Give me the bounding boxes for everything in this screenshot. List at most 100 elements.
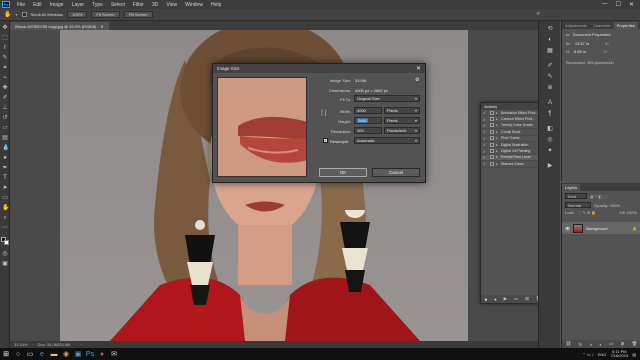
resample-checkbox[interactable]: ✓ [323, 138, 328, 143]
menu-file[interactable]: File [13, 2, 29, 8]
menu-image[interactable]: Image [46, 2, 68, 8]
clone-source-icon[interactable]: ⊕ [546, 85, 554, 92]
layers-icon[interactable]: ◧ [546, 126, 554, 133]
swatches-icon[interactable]: ▦ [546, 48, 554, 55]
tray-icons[interactable]: ⌃ ▭ ♪ [582, 352, 593, 357]
filter-icons[interactable]: ▦ T ◧ ⬚ [590, 194, 607, 199]
search-icon[interactable]: ⌕ [537, 11, 540, 18]
record-icon[interactable]: ● [494, 297, 497, 302]
fill-screen-button[interactable]: Fill Screen [123, 11, 153, 18]
language-indicator[interactable]: ENG [598, 352, 607, 357]
brush-tool-icon[interactable]: ✐ [2, 95, 8, 101]
app-icon[interactable]: ● [96, 348, 108, 360]
layer-filter-kind[interactable]: Kind [565, 193, 587, 199]
play-icon[interactable]: ▶ [504, 296, 507, 302]
fx-icon[interactable]: fx [579, 342, 583, 347]
visibility-eye-icon[interactable]: 👁 [565, 226, 570, 231]
history-icon[interactable]: ⟲ [546, 26, 554, 33]
tab-character[interactable]: Character [590, 22, 614, 29]
new-action-icon[interactable]: ⊞ [525, 296, 529, 302]
height-input[interactable]: 2662 [354, 117, 382, 124]
zoom-level[interactable]: 33.33% [14, 342, 28, 347]
blend-mode-dropdown[interactable]: Normal [565, 202, 591, 208]
new-layer-icon[interactable]: ⊞ [621, 341, 625, 347]
chrome-icon[interactable]: ◉ [60, 348, 72, 360]
paragraph-icon[interactable]: ¶ [546, 111, 554, 118]
dialog-titlebar[interactable]: Image Size ✕ [213, 64, 425, 73]
quick-select-tool-icon[interactable]: ✎ [2, 55, 8, 61]
paths-icon[interactable]: ✦ [546, 148, 554, 155]
search-icon[interactable]: ○ [12, 348, 24, 360]
move-tool-icon[interactable]: ✥ [2, 25, 8, 31]
color-icon[interactable]: ◐ [546, 37, 554, 44]
adjustment-layer-icon[interactable]: ◐ [599, 342, 602, 347]
width-input[interactable]: 4000 [354, 107, 382, 114]
quick-mask-icon[interactable]: ◎ [2, 251, 8, 257]
background-color-swatch[interactable] [4, 240, 9, 245]
history-brush-tool-icon[interactable]: ↺ [2, 115, 8, 121]
tab-adjustments[interactable]: Adjustments [562, 22, 590, 29]
crop-tool-icon[interactable]: ⌗ [2, 65, 8, 71]
stop-icon[interactable]: ■ [484, 297, 487, 302]
opacity-control[interactable]: Opacity: 100% [594, 203, 620, 208]
menu-layer[interactable]: Layer [68, 2, 89, 8]
scroll-all-windows-checkbox[interactable] [21, 12, 27, 17]
width-prop-value[interactable]: 13.87 in [575, 41, 589, 46]
healing-tool-icon[interactable]: ✚ [2, 85, 8, 91]
menu-window[interactable]: Window [181, 2, 207, 8]
document-tab[interactable]: iStock-997500766 copy.jpg @ 33.3% (RGB/8… [10, 22, 109, 30]
menu-help[interactable]: Help [207, 2, 225, 8]
fill-control[interactable]: Fill: 100% [619, 210, 637, 215]
resolution-unit-dropdown[interactable]: Pixels/Inch [384, 127, 420, 134]
minimize-button[interactable]: — [602, 1, 608, 8]
zoom-tool-icon[interactable]: ⌕ [2, 215, 8, 221]
ok-button[interactable]: OK [319, 168, 367, 177]
lasso-tool-icon[interactable]: ℓ [2, 45, 8, 51]
tab-layers[interactable]: Layers [562, 184, 581, 191]
file-explorer-icon[interactable]: ▬ [48, 348, 60, 360]
height-prop-value[interactable]: 8.89 in [574, 49, 586, 54]
gradient-tool-icon[interactable]: ▤ [2, 135, 8, 141]
screen-mode-icon[interactable]: ▣ [2, 261, 8, 267]
mail-icon[interactable]: ✉ [108, 348, 120, 360]
menu-select[interactable]: Select [107, 2, 129, 8]
layer-row-background[interactable]: 👁 Background 🔒 [562, 222, 640, 234]
character-icon[interactable]: A [546, 100, 554, 107]
hand-tool-icon[interactable]: ✋ [2, 205, 9, 211]
settings-gear-icon[interactable]: ⚙ [415, 77, 419, 83]
menu-edit[interactable]: Edit [29, 2, 46, 8]
new-set-icon[interactable]: ▭ [514, 296, 518, 302]
action-set-row[interactable]: ✓ ▸ Stained Glass [481, 161, 545, 168]
add-mask-icon[interactable]: ◑ [589, 342, 592, 347]
new-group-icon[interactable]: ▭ [609, 341, 613, 347]
clock[interactable]: 5:11 PM 7/16/2019 [610, 349, 628, 359]
resample-dropdown[interactable]: Automatic [354, 137, 420, 144]
lock-icons[interactable]: ⬚ ✎ ✥ 🔒 [578, 210, 597, 215]
photoshop-taskbar-icon[interactable]: Ps [84, 348, 96, 360]
status-menu-icon[interactable]: › [80, 342, 81, 347]
fit-screen-button[interactable]: Fit Screen [91, 11, 120, 18]
fit-to-dropdown[interactable]: Original Size [354, 95, 420, 102]
cancel-button[interactable]: Cancel [372, 168, 420, 177]
image-preview[interactable] [217, 77, 307, 177]
menu-view[interactable]: View [162, 2, 181, 8]
brush-settings-icon[interactable]: ✐ [546, 63, 554, 70]
delete-layer-icon[interactable]: 🗑 [632, 341, 638, 347]
eyedropper-tool-icon[interactable]: ⌁ [2, 75, 8, 81]
menu-type[interactable]: Type [88, 2, 107, 8]
store-icon[interactable]: ▣ [72, 348, 84, 360]
menu-filter[interactable]: Filter [129, 2, 148, 8]
close-window-button[interactable]: ✕ [629, 1, 634, 8]
dodge-tool-icon[interactable]: ● [2, 155, 8, 161]
more-tools-icon[interactable]: ⋯ [2, 225, 8, 231]
blur-tool-icon[interactable]: 💧 [2, 145, 9, 151]
link-layers-icon[interactable]: ⛓ [566, 341, 572, 347]
dialog-close-icon[interactable]: ✕ [416, 65, 425, 72]
notifications-icon[interactable]: ▤ [632, 352, 636, 357]
close-tab-icon[interactable]: ✕ [100, 24, 103, 29]
height-unit-dropdown[interactable]: Pixels [384, 117, 420, 124]
marquee-tool-icon[interactable]: ⬚ [2, 35, 8, 41]
channels-icon[interactable]: ◎ [546, 137, 554, 144]
actions-panel-header[interactable]: Actions ≡ [481, 103, 545, 110]
resolution-input[interactable]: 300 [354, 127, 382, 134]
